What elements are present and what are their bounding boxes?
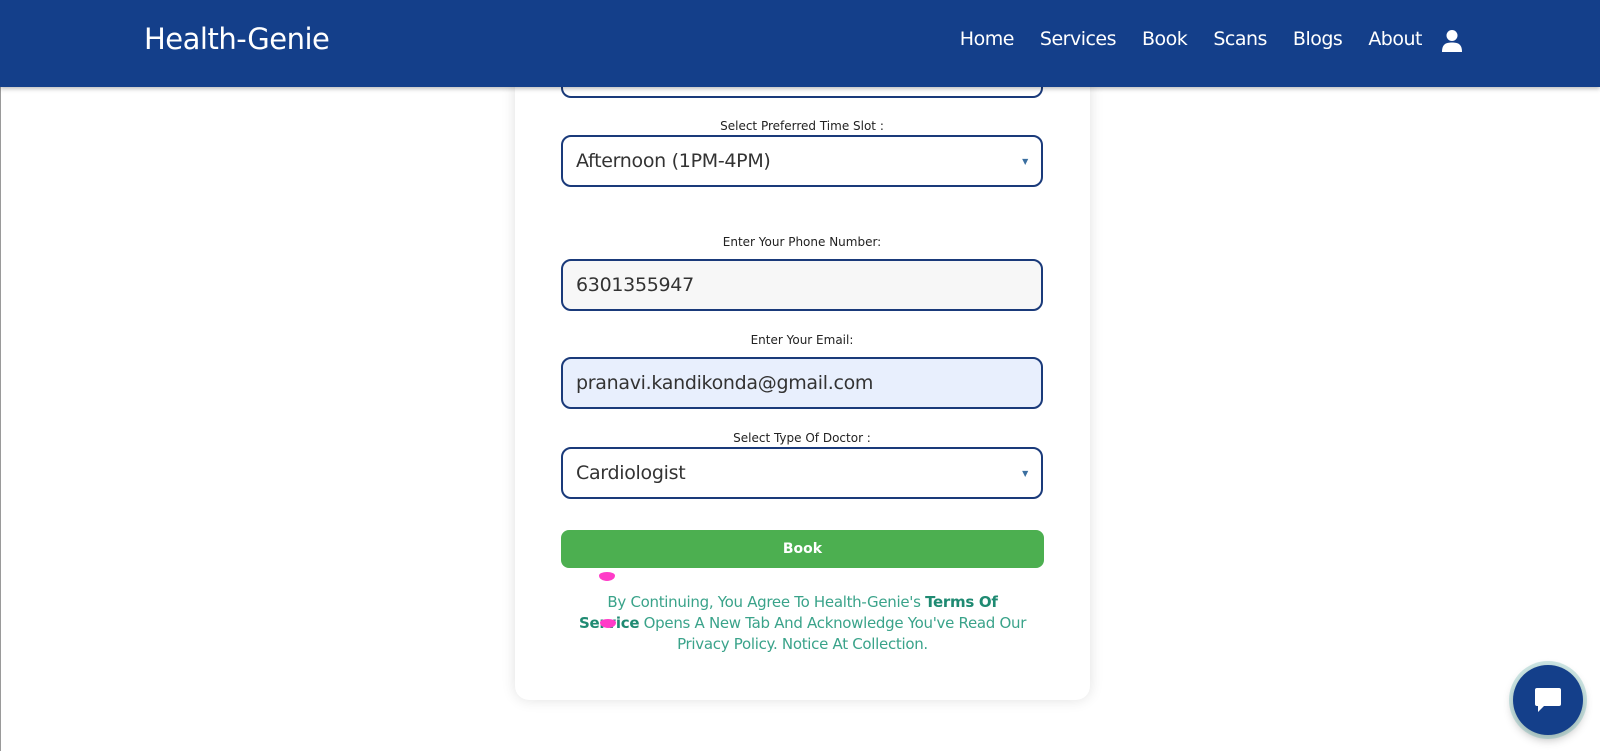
phone-value: 6301355947 — [576, 274, 694, 296]
chat-button[interactable] — [1513, 665, 1583, 735]
doctor-type-value: Cardiologist — [576, 462, 686, 484]
nav-link-book[interactable]: Book — [1142, 28, 1188, 50]
time-slot-label: Select Preferred Time Slot : — [720, 119, 884, 133]
email-input[interactable]: pranavi.kandikonda@gmail.com — [561, 357, 1043, 409]
email-value: pranavi.kandikonda@gmail.com — [576, 372, 874, 394]
nav-link-blogs[interactable]: Blogs — [1293, 28, 1343, 50]
legal-notice: By Continuing, You Agree To Health-Genie… — [575, 592, 1030, 655]
time-slot-value: Afternoon (1PM-4PM) — [576, 150, 771, 172]
email-label: Enter Your Email: — [750, 333, 854, 347]
user-icon[interactable] — [1441, 29, 1463, 53]
nav-link-about[interactable]: About — [1368, 28, 1422, 50]
chat-bubble-icon — [1535, 688, 1561, 712]
window-left-edge — [0, 87, 1, 751]
doctor-type-label: Select Type Of Doctor : — [733, 431, 871, 445]
chevron-down-icon: ▼ — [1022, 156, 1028, 166]
legal-suffix: Opens A New Tab And Acknowledge You've R… — [643, 614, 1027, 653]
nav-link-services[interactable]: Services — [1040, 28, 1117, 50]
top-navbar: Health-Genie Home Services Book Scans Bl… — [0, 0, 1600, 87]
phone-label: Enter Your Phone Number: — [722, 235, 882, 249]
chevron-down-icon: ▼ — [1022, 468, 1028, 478]
time-slot-select[interactable]: Afternoon (1PM-4PM) ▼ — [561, 135, 1043, 187]
phone-input[interactable]: 6301355947 — [561, 259, 1043, 311]
nav-link-scans[interactable]: Scans — [1213, 28, 1267, 50]
book-button[interactable]: Book — [561, 530, 1044, 568]
brand-logo[interactable]: Health-Genie — [144, 22, 330, 56]
doctor-type-select[interactable]: Cardiologist ▼ — [561, 447, 1043, 499]
nav-links: Home Services Book Scans Blogs About — [934, 28, 1423, 50]
nav-link-home[interactable]: Home — [960, 28, 1015, 50]
legal-prefix: By Continuing, You Agree To Health-Genie… — [607, 593, 921, 611]
